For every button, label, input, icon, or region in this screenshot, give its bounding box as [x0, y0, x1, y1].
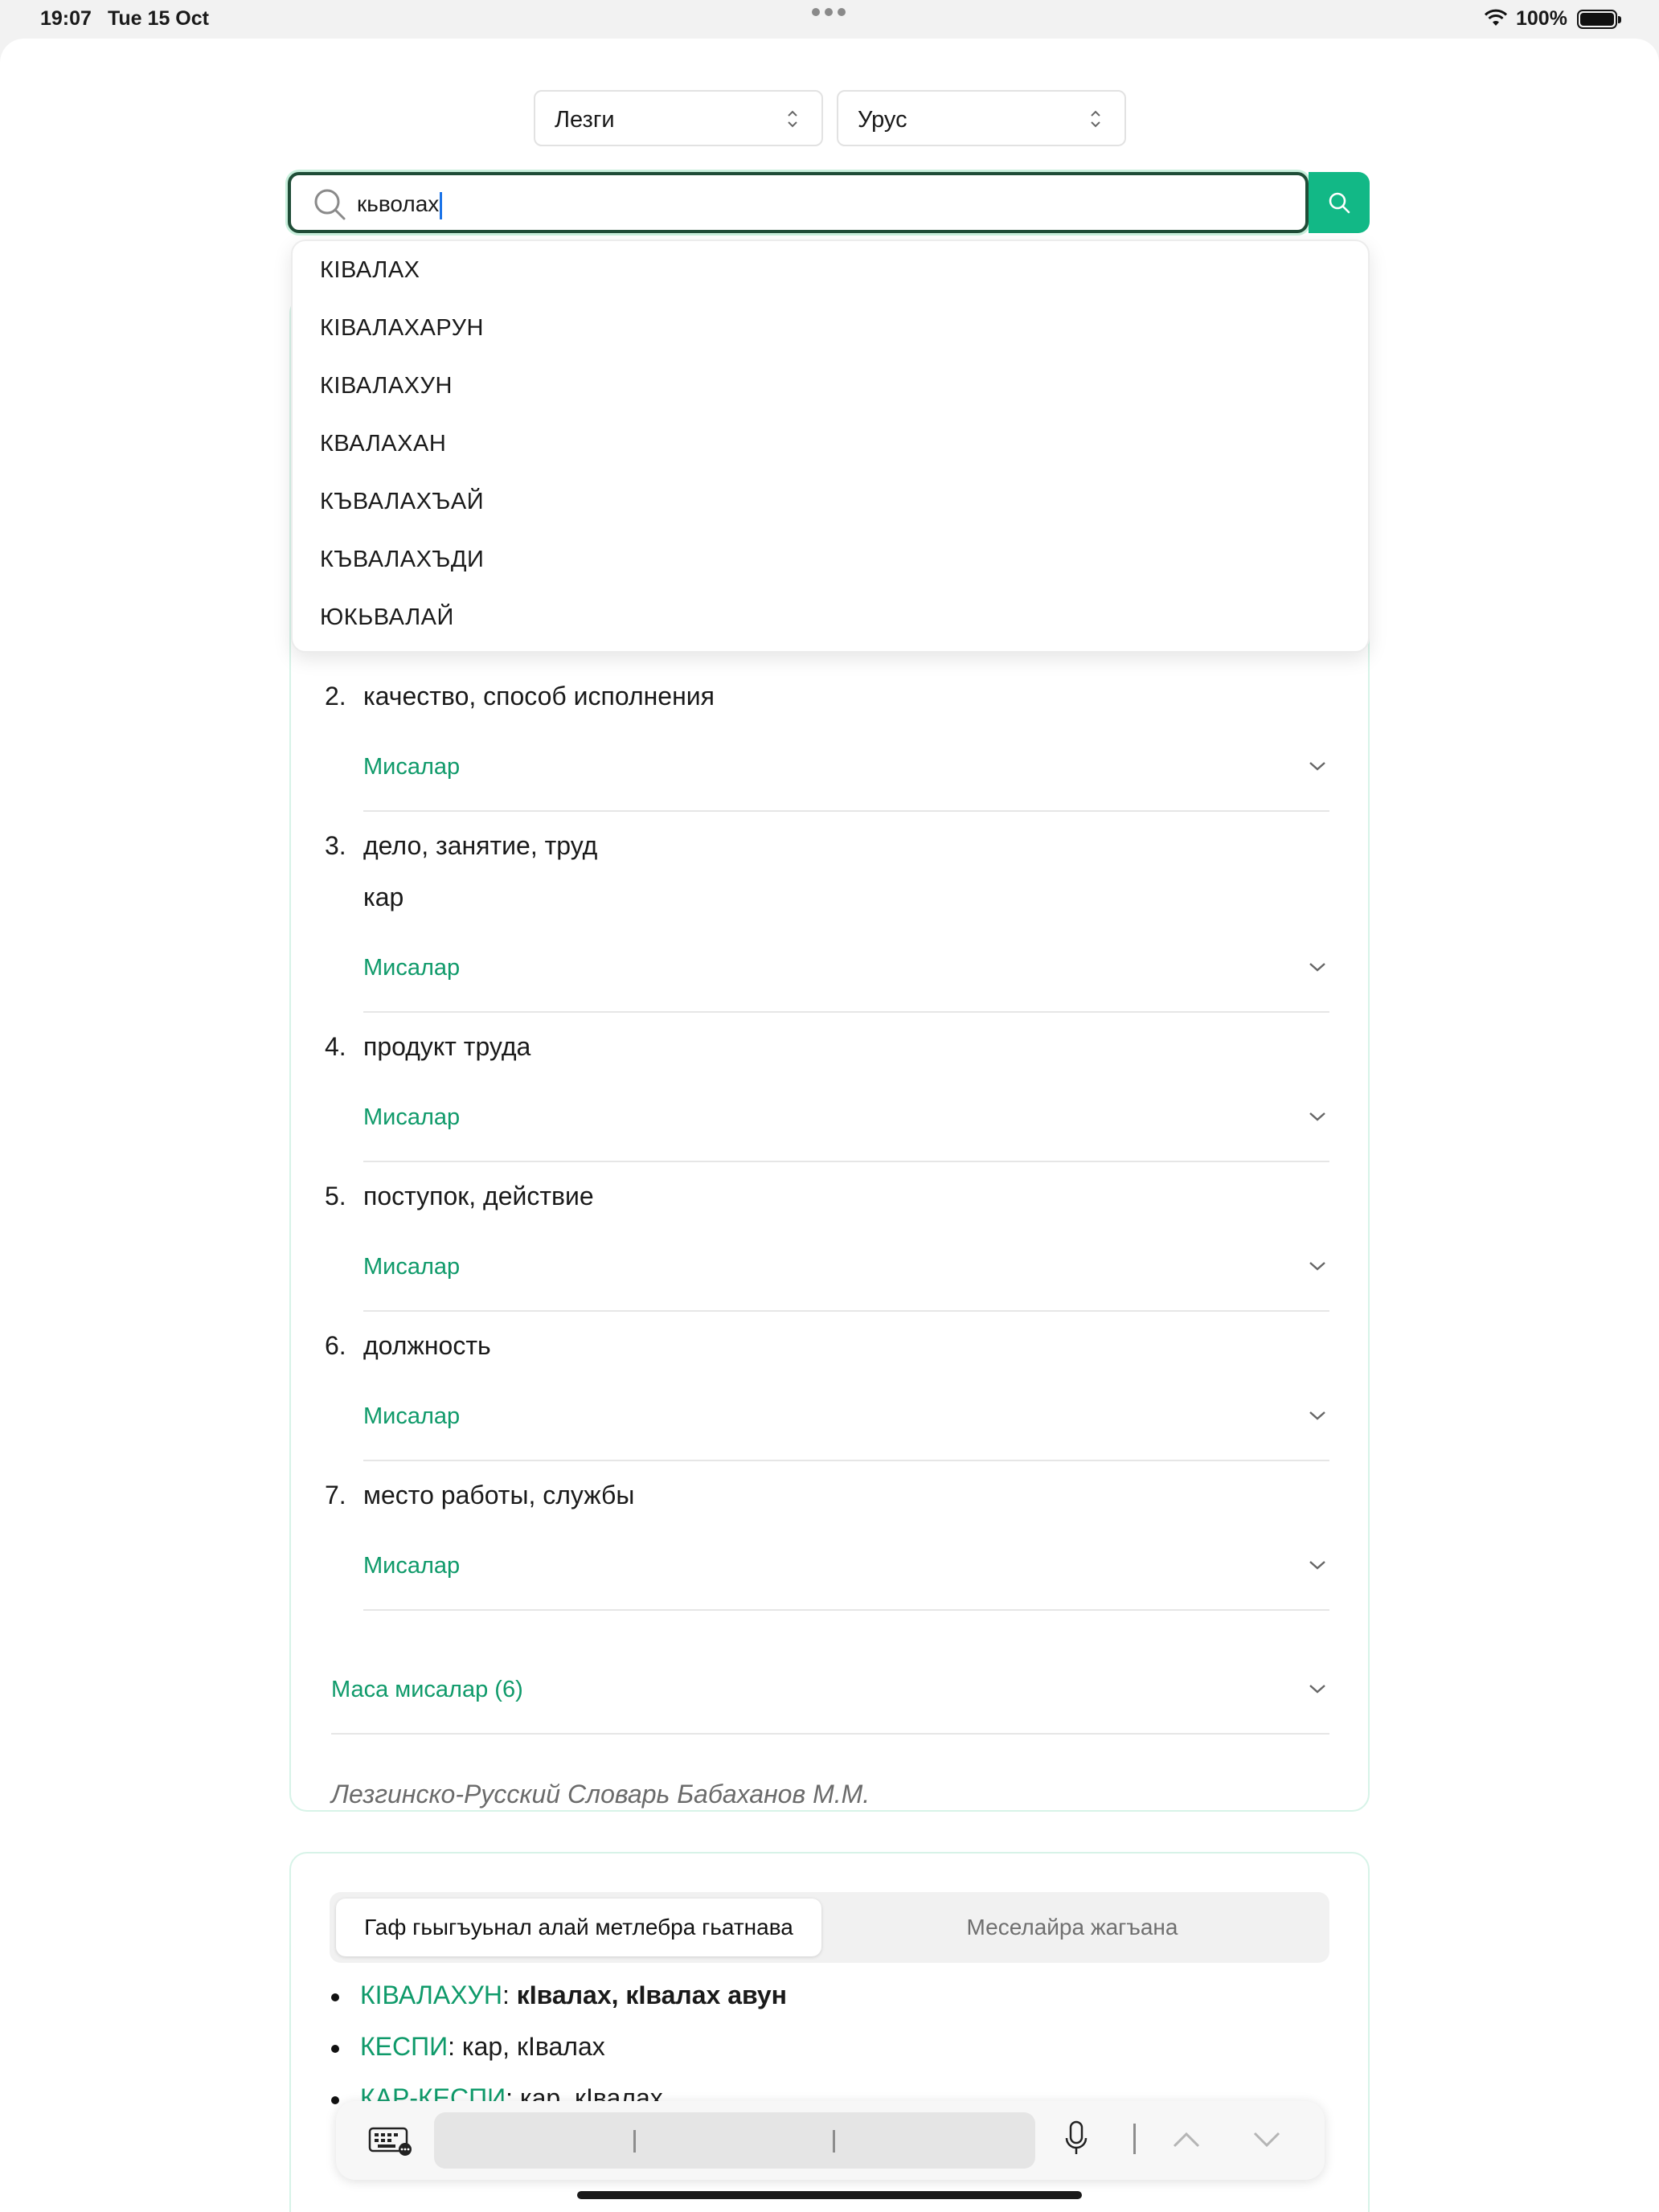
- suggestion-item[interactable]: КIВАЛАХУН: [320, 373, 453, 399]
- sense-number: 4.: [325, 1032, 346, 1061]
- examples-toggle[interactable]: Мисалар: [363, 1403, 460, 1430]
- status-time: 19:07: [40, 7, 92, 30]
- search-value: кьволах: [357, 191, 440, 216]
- related-definition: кIвалах, кIвалах авун: [516, 1981, 787, 2009]
- search-button[interactable]: [1309, 172, 1370, 233]
- multitasking-dots-icon[interactable]: [812, 8, 846, 16]
- suggestions-dropdown: КIВАЛАХ КIВАЛАХАРУН КIВАЛАХУН КВАЛАХАН К…: [291, 240, 1370, 653]
- dictionary-source: Лезгинско-Русский Словарь Бабаханов М.М.: [331, 1780, 870, 1809]
- text-caret: [440, 191, 443, 219]
- search-icon: [314, 189, 346, 220]
- sense-subtext: кар: [363, 883, 404, 911]
- sense-number: 7.: [325, 1481, 346, 1509]
- divider: [363, 810, 1329, 812]
- suggestion-item[interactable]: КЪВАЛАХЪАЙ: [320, 489, 484, 515]
- sense-text: дело, занятие, труд: [363, 831, 598, 860]
- divider: [331, 1733, 1329, 1735]
- chevron-down-icon[interactable]: [1309, 1683, 1326, 1694]
- source-language-select[interactable]: Лезги: [534, 90, 823, 146]
- divider: [363, 1011, 1329, 1013]
- sense-text: поступок, действие: [363, 1182, 594, 1210]
- battery-icon: [1577, 10, 1621, 29]
- tab-bar: Гаф гьыгъуьнал алай метлебра гьатнава Ме…: [330, 1892, 1329, 1963]
- sense-text: продукт труда: [363, 1032, 531, 1061]
- prediction-separator: [633, 2130, 636, 2153]
- chevron-down-icon[interactable]: [1309, 1260, 1326, 1272]
- chevron-down-icon[interactable]: [1309, 1559, 1326, 1571]
- microphone-icon[interactable]: [1064, 2120, 1088, 2157]
- target-language-select[interactable]: Урус: [837, 90, 1126, 146]
- status-date: Tue 15 Oct: [108, 7, 209, 30]
- chevron-down-icon[interactable]: [1309, 760, 1326, 772]
- chevron-up-down-icon: [788, 110, 797, 128]
- tab-found-in-examples[interactable]: Меселайра жагъана: [821, 1899, 1323, 1956]
- suggestion-item[interactable]: КIВАЛАХАРУН: [320, 315, 484, 342]
- source-language-label: Лезги: [555, 107, 615, 133]
- examples-toggle[interactable]: Мисалар: [363, 1254, 460, 1280]
- examples-toggle[interactable]: Мисалар: [363, 1553, 460, 1579]
- more-examples-toggle[interactable]: Маса мисалар (6): [331, 1677, 523, 1703]
- suggestion-item[interactable]: ЮКЬВАЛАЙ: [320, 604, 454, 631]
- suggestion-item[interactable]: КВАЛАХАН: [320, 431, 446, 457]
- chevron-down-icon[interactable]: [1309, 961, 1326, 973]
- suggestion-item[interactable]: КIВАЛАХ: [320, 257, 420, 284]
- bullet-icon: [331, 2044, 339, 2053]
- suggestion-item[interactable]: КЪВАЛАХЪДИ: [320, 547, 484, 573]
- divider: [363, 1161, 1329, 1162]
- chevron-down-icon[interactable]: [1252, 2130, 1281, 2149]
- sense-text: должность: [363, 1331, 491, 1360]
- sense-number: 5.: [325, 1182, 346, 1210]
- divider: [363, 1310, 1329, 1312]
- toolbar-divider: [1133, 2124, 1136, 2154]
- separator: :: [448, 2032, 462, 2061]
- status-bar: 19:07 Tue 15 Oct 100%: [0, 0, 1659, 39]
- list-item: КЕСПИ: кар, кIвалах: [331, 2032, 605, 2062]
- bullet-icon: [331, 2095, 339, 2104]
- separator: :: [502, 1981, 517, 2009]
- tab-related-meanings[interactable]: Гаф гьыгъуьнал алай метлебра гьатнава: [336, 1899, 821, 1956]
- chevron-up-down-icon: [1091, 110, 1100, 128]
- keyboard-icon[interactable]: [368, 2127, 413, 2156]
- battery-percentage: 100%: [1516, 7, 1567, 30]
- chevron-up-icon[interactable]: [1172, 2130, 1201, 2149]
- related-definition: кар, кIвалах: [461, 2032, 605, 2061]
- keyboard-accessory-bar: [336, 2101, 1325, 2180]
- sense-text: место работы, службы: [363, 1481, 635, 1509]
- search-input[interactable]: кьволах: [288, 172, 1309, 233]
- wifi-icon: [1484, 9, 1508, 26]
- divider: [363, 1609, 1329, 1611]
- search-icon: [1329, 192, 1350, 214]
- bullet-icon: [331, 1993, 339, 2001]
- sense-number: 2.: [325, 682, 346, 711]
- related-word-link[interactable]: КЕСПИ: [360, 2032, 448, 2061]
- related-word-link[interactable]: КIВАЛАХУН: [360, 1981, 502, 2009]
- chevron-down-icon[interactable]: [1309, 1111, 1326, 1122]
- app-sheet: Лезги Урус кьволах КIВАЛАХ КIВАЛАХАРУН К…: [0, 39, 1659, 2212]
- home-indicator[interactable]: [577, 2191, 1082, 2199]
- examples-toggle[interactable]: Мисалар: [363, 1104, 460, 1131]
- examples-toggle[interactable]: Мисалар: [363, 955, 460, 981]
- examples-toggle[interactable]: Мисалар: [363, 754, 460, 780]
- sense-number: 3.: [325, 831, 346, 860]
- prediction-separator: [833, 2130, 835, 2153]
- sense-text: качество, способ исполнения: [363, 682, 715, 711]
- target-language-label: Урус: [858, 107, 907, 133]
- divider: [363, 1460, 1329, 1461]
- predictive-text-bar[interactable]: [434, 2112, 1035, 2169]
- list-item: КIВАЛАХУН: кIвалах, кIвалах авун: [331, 1981, 787, 2010]
- sense-number: 6.: [325, 1331, 346, 1360]
- chevron-down-icon[interactable]: [1309, 1410, 1326, 1421]
